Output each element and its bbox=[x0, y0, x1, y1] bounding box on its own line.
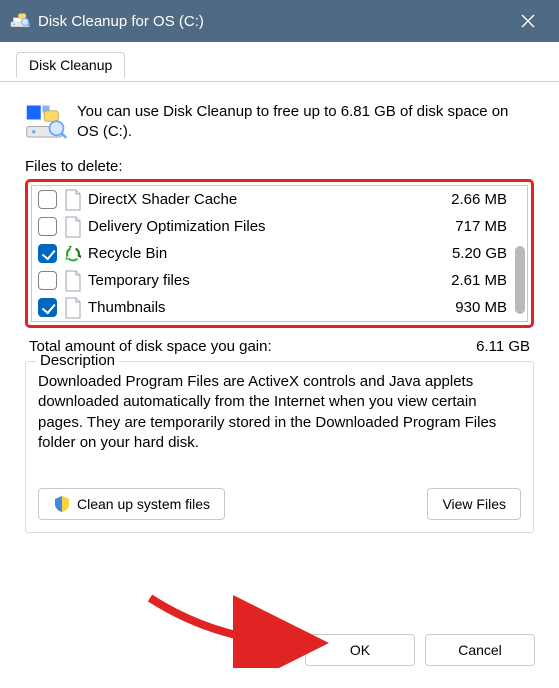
file-checkbox[interactable] bbox=[38, 298, 57, 317]
shield-icon bbox=[53, 495, 71, 513]
file-size: 5.20 GB bbox=[452, 245, 521, 262]
file-name: Thumbnails bbox=[88, 299, 455, 316]
cancel-button[interactable]: Cancel bbox=[425, 634, 535, 666]
ok-button[interactable]: OK bbox=[305, 634, 415, 666]
file-row[interactable]: Temporary files2.61 MB bbox=[32, 267, 527, 294]
intro-text: You can use Disk Cleanup to free up to 6… bbox=[77, 102, 534, 143]
files-to-delete-label: Files to delete: bbox=[25, 158, 534, 175]
description-body: Downloaded Program Files are ActiveX con… bbox=[38, 372, 521, 474]
file-checkbox[interactable] bbox=[38, 244, 57, 263]
total-value: 6.11 GB bbox=[476, 338, 530, 355]
close-button[interactable] bbox=[507, 0, 549, 42]
view-files-label: View Files bbox=[442, 496, 506, 512]
clean-up-system-files-label: Clean up system files bbox=[77, 496, 210, 512]
file-name: Recycle Bin bbox=[88, 245, 452, 262]
tabstrip: Disk Cleanup bbox=[0, 52, 559, 82]
file-icon bbox=[64, 216, 82, 238]
window-title: Disk Cleanup for OS (C:) bbox=[38, 13, 507, 30]
file-size: 717 MB bbox=[455, 218, 521, 235]
view-files-button[interactable]: View Files bbox=[427, 488, 521, 520]
file-name: Delivery Optimization Files bbox=[88, 218, 455, 235]
file-size: 2.61 MB bbox=[451, 272, 521, 289]
clean-up-system-files-button[interactable]: Clean up system files bbox=[38, 488, 225, 520]
file-row[interactable]: Recycle Bin5.20 GB bbox=[32, 240, 527, 267]
titlebar: Disk Cleanup for OS (C:) bbox=[0, 0, 559, 42]
ok-button-label: OK bbox=[350, 642, 370, 658]
file-checkbox[interactable] bbox=[38, 271, 57, 290]
description-legend: Description bbox=[36, 352, 119, 369]
file-row[interactable]: Thumbnails930 MB bbox=[32, 294, 527, 321]
file-icon bbox=[64, 189, 82, 211]
description-groupbox: Description Downloaded Program Files are… bbox=[25, 361, 534, 533]
tab-disk-cleanup[interactable]: Disk Cleanup bbox=[16, 52, 125, 78]
disk-cleanup-large-icon bbox=[25, 102, 67, 144]
file-name: Temporary files bbox=[88, 272, 451, 289]
file-row[interactable]: Delivery Optimization Files717 MB bbox=[32, 213, 527, 240]
file-icon bbox=[64, 270, 82, 292]
file-checkbox[interactable] bbox=[38, 217, 57, 236]
file-icon bbox=[64, 297, 82, 319]
files-highlight-box: DirectX Shader Cache2.66 MBDelivery Opti… bbox=[25, 179, 534, 328]
file-name: DirectX Shader Cache bbox=[88, 191, 451, 208]
disk-cleanup-icon bbox=[10, 11, 30, 31]
close-icon bbox=[521, 14, 535, 28]
recycle-bin-icon bbox=[64, 243, 82, 265]
cancel-button-label: Cancel bbox=[458, 642, 502, 658]
file-row[interactable]: DirectX Shader Cache2.66 MB bbox=[32, 186, 527, 213]
scrollbar-thumb[interactable] bbox=[515, 246, 525, 314]
file-size: 2.66 MB bbox=[451, 191, 521, 208]
files-listbox[interactable]: DirectX Shader Cache2.66 MBDelivery Opti… bbox=[31, 185, 528, 322]
file-size: 930 MB bbox=[455, 299, 521, 316]
intro-row: You can use Disk Cleanup to free up to 6… bbox=[25, 102, 534, 144]
file-checkbox[interactable] bbox=[38, 190, 57, 209]
